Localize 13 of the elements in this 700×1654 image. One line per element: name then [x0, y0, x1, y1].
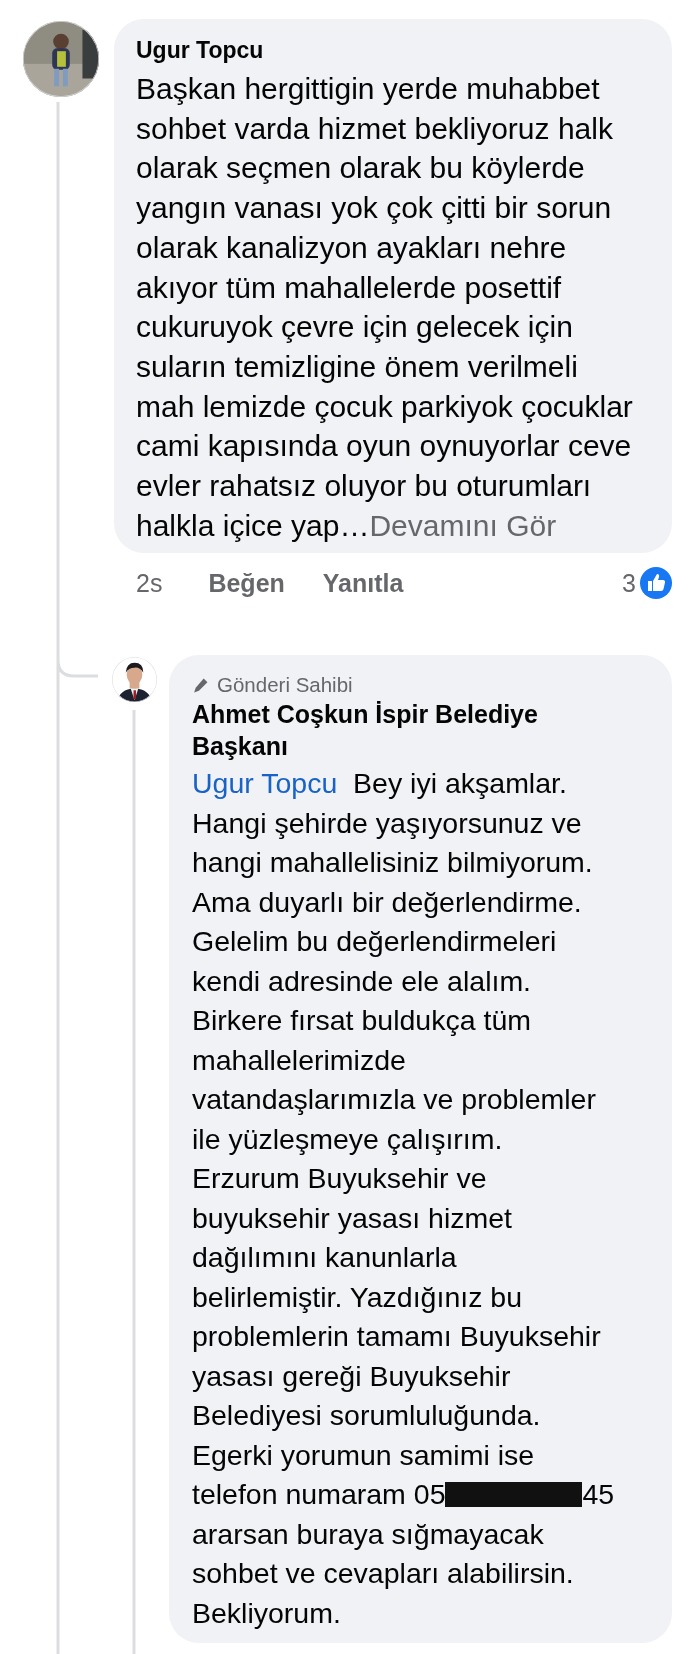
comment-text: Başkan hergittigin yerde muhabbet sohbet varda hizmet bekliyoruz halk olarak seçmen olarak bu köylerde yangın vanası yok çok çitti bir sorun olarak kanalizyon ayakları nehre akıyor tüm mahallelerde posettif cukuruyok çevre için gelecek için suların temizligine önem verilmeli mah lemizde çocuk parkiyok çocuklar cami kapısında oyun oynuyorlar ceve evler rahatsız oluyor bu oturumları halkla içice yap…Devamını Gör	[136, 71, 634, 544]
author-name[interactable]: Ahmet Coşkun İspir Belediye Başkanı	[192, 698, 582, 763]
see-more-link[interactable]: Devamını Gör	[369, 508, 557, 542]
author-role-label: Gönderi Sahibi	[217, 673, 353, 698]
reply-button[interactable]: Yanıtla	[322, 568, 404, 598]
author-name[interactable]: Ugur Topcu	[136, 35, 668, 65]
reaction-count: 3	[622, 568, 636, 598]
mention-link[interactable]: Ugur Topcu	[192, 767, 338, 800]
like-icon	[640, 567, 672, 600]
reply-text: Ugur Topcu Bey iyi akşamlar. Hangi şehirde yaşıyorsunuz ve hangi mahallelisiniz bilmiyorum. Ama duyarlı bir değerlendirme. Gelelim bu değerlendirmeleri kendi adresinde ele alalım. Birkere fırsat buldukça tüm mahallelerimizde vatandaşlarımızla ve problemler ile yüzleşmeye çalışırım. Erzurum Buyuksehir ve buyuksehir yasası hizmet dağılımını kanunlarla belirlemiştir. Yazdığınız bu problemlerin tamamı Buyuksehir yasası gereği Buyuksehir Belediyesi sorumluluğunda. Egerki yorumun samimi ise telefon numaram 05 45 ararsan buraya sığmayacak sohbet ve cevapları alabilirsin. Bekliyorum.	[192, 766, 616, 1631]
timestamp: 2s	[136, 568, 163, 598]
pencil-icon	[192, 676, 209, 694]
like-button[interactable]: Beğen	[208, 568, 285, 598]
